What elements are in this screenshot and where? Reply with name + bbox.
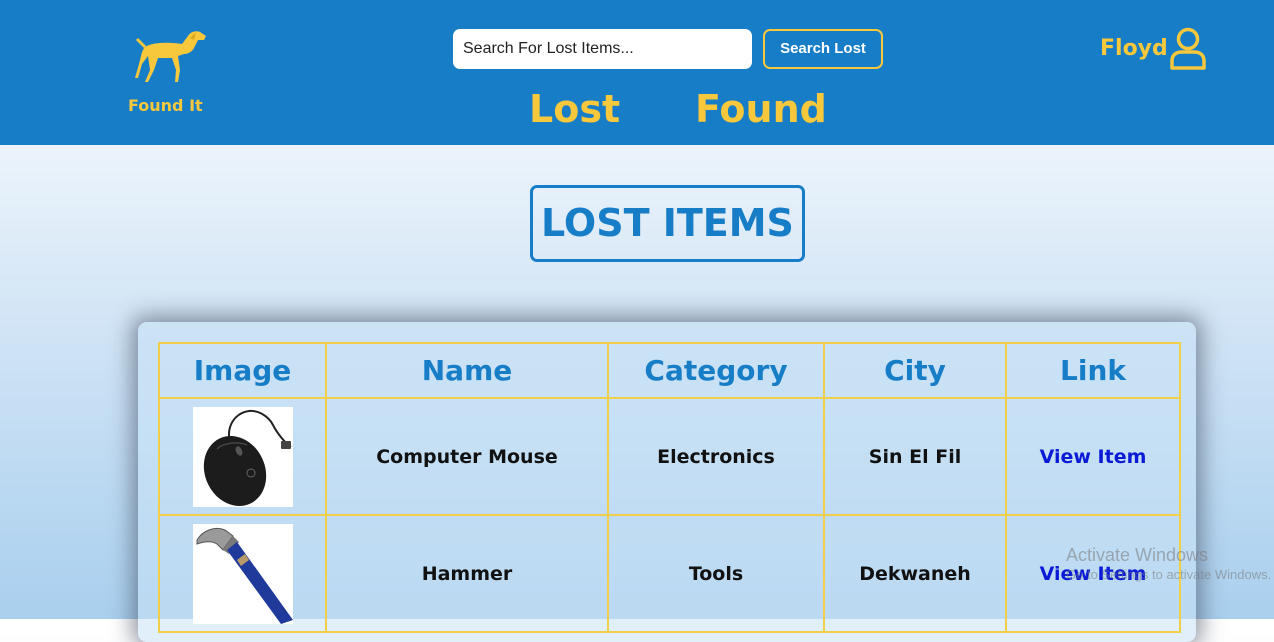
brand-logo[interactable]: Found It [124, 26, 219, 120]
nav-lost-link[interactable]: Lost [529, 83, 620, 135]
watermark-title: Activate Windows [1066, 545, 1209, 565]
header-name: Name [325, 342, 609, 399]
user-icon[interactable] [1168, 27, 1208, 71]
table-row: Hammer Tools Dekwaneh View Item [158, 514, 1181, 633]
item-category: Electronics [607, 397, 825, 516]
search-input[interactable] [453, 29, 752, 69]
lost-items-table: Image Name Category City Link Computer M… [158, 342, 1181, 633]
header-city: City [823, 342, 1007, 399]
table-header-row: Image Name Category City Link [158, 342, 1181, 399]
table-row: Computer Mouse Electronics Sin El Fil Vi… [158, 397, 1181, 516]
header-image: Image [158, 342, 327, 399]
hammer-image [192, 523, 293, 624]
nav-found-link[interactable]: Found [695, 83, 827, 135]
item-image-cell [158, 514, 327, 633]
site-header: Found It Search Lost Lost Found Floyd [0, 0, 1274, 145]
dog-logo-icon [135, 31, 206, 82]
search-lost-button[interactable]: Search Lost [763, 29, 883, 69]
computer-mouse-image [192, 406, 293, 507]
activate-windows-watermark: Activate Windows Go to Settings to activ… [1066, 545, 1271, 582]
item-category: Tools [607, 514, 825, 633]
page-title: LOST ITEMS [530, 185, 805, 262]
brand-name: Found It [128, 96, 203, 115]
item-link-cell: View Item [1005, 397, 1181, 516]
item-city: Sin El Fil [823, 397, 1007, 516]
header-link: Link [1005, 342, 1181, 399]
item-name: Hammer [325, 514, 609, 633]
item-name: Computer Mouse [325, 397, 609, 516]
user-name[interactable]: Floyd [1100, 33, 1168, 65]
item-city: Dekwaneh [823, 514, 1007, 633]
view-item-link[interactable]: View Item [1040, 446, 1147, 468]
watermark-subtitle: Go to Settings to activate Windows. [1066, 566, 1272, 582]
item-image-cell [158, 397, 327, 516]
header-category: Category [607, 342, 825, 399]
